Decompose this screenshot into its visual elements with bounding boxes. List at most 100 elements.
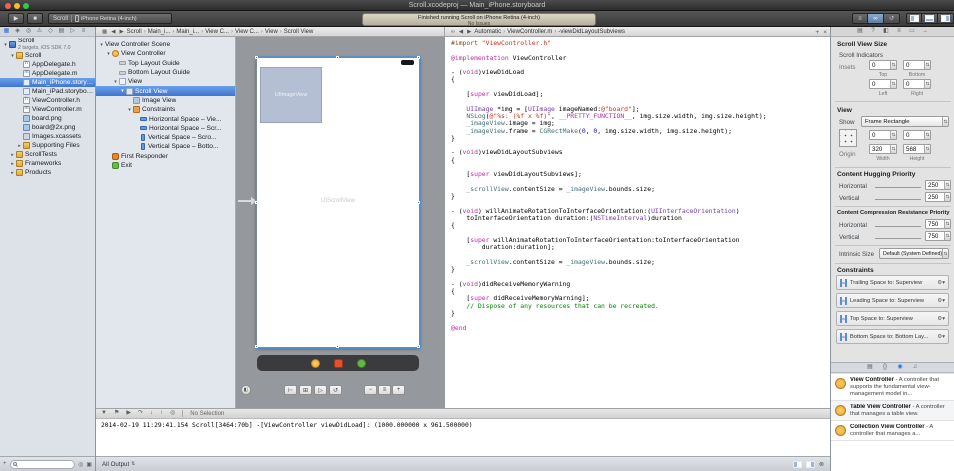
- compression-horizontal-field[interactable]: 750⇅: [925, 219, 951, 229]
- pin-button[interactable]: ⊞: [299, 385, 312, 395]
- intrinsic-size-dropdown[interactable]: Default (System Defined)⇅: [879, 248, 949, 259]
- file-row-appdelegate-h[interactable]: hAppDelegate.h: [0, 60, 95, 69]
- inset-bottom-field[interactable]: 0⇅: [903, 60, 931, 70]
- disclosure-triangle-icon[interactable]: ▾: [112, 79, 119, 85]
- issue-navigator-icon[interactable]: ⚠: [36, 27, 43, 36]
- attributes-inspector-icon[interactable]: ≡: [896, 27, 903, 36]
- file-row-board-png[interactable]: board.png: [0, 114, 95, 123]
- jumpbar-segment[interactable]: Automatic: [473, 29, 502, 35]
- forward-icon[interactable]: ▶: [119, 29, 123, 35]
- outline-row-image-view[interactable]: Image View: [96, 96, 235, 105]
- scheme-selector[interactable]: Scroll iPhone Retina (4-inch): [48, 13, 172, 24]
- outline-row-bottom-layout-guide[interactable]: Bottom Layout Guide: [96, 68, 235, 77]
- debug-area-toggle-button[interactable]: [922, 13, 938, 24]
- disclosure-triangle-icon[interactable]: ▾: [2, 42, 9, 48]
- project-navigator-icon[interactable]: ▦: [3, 27, 10, 36]
- zoom-window-button[interactable]: [23, 3, 29, 9]
- selection-knob[interactable]: [255, 56, 258, 59]
- file-template-library-icon[interactable]: ▤: [867, 363, 874, 372]
- stack-frame-label[interactable]: No Selection: [190, 411, 224, 417]
- jumpbar-segment[interactable]: Main_i...: [147, 29, 172, 35]
- disclosure-triangle-icon[interactable]: ▸: [16, 143, 23, 149]
- filter-field[interactable]: [10, 460, 76, 469]
- symbol-navigator-icon[interactable]: ◈: [14, 27, 21, 36]
- file-row-appdelegate-m[interactable]: mAppDelegate.m: [0, 69, 95, 78]
- back-icon[interactable]: ◀: [111, 29, 115, 35]
- inset-right-field[interactable]: 0⇅: [903, 79, 931, 89]
- outline-row-exit[interactable]: Exit: [96, 161, 235, 170]
- file-inspector-icon[interactable]: ▤: [857, 27, 864, 36]
- add-file-icon[interactable]: +: [3, 461, 7, 467]
- run-button[interactable]: ▶: [8, 13, 24, 24]
- image-view-placeholder[interactable]: UIImageView: [260, 67, 322, 123]
- selection-knob[interactable]: [417, 56, 420, 59]
- outline-row-vertical-space-scro-[interactable]: Vertical Space – Scro...: [96, 133, 235, 142]
- origin-knob[interactable]: [839, 129, 857, 147]
- stepper-icon[interactable]: ⇅: [924, 131, 930, 139]
- file-row-frameworks[interactable]: ▸Frameworks: [0, 159, 95, 168]
- stepper-icon[interactable]: ⇅: [924, 80, 930, 88]
- gear-icon[interactable]: ⚙▾: [937, 316, 945, 322]
- find-navigator-icon[interactable]: ◎: [25, 27, 32, 36]
- constraint-row[interactable]: Top Space to: Superview⚙▾: [836, 311, 949, 326]
- stepper-icon[interactable]: ⇅: [890, 80, 896, 88]
- version-editor-button[interactable]: ↺: [884, 13, 900, 24]
- hugging-vertical-field[interactable]: 250⇅: [925, 192, 951, 202]
- identity-inspector-icon[interactable]: ◧: [883, 27, 890, 36]
- disclosure-triangle-icon[interactable]: ▾: [9, 53, 16, 59]
- compression-vertical-field[interactable]: 750⇅: [925, 231, 951, 241]
- breakpoints-toggle-icon[interactable]: ⚑: [114, 409, 119, 418]
- selection-knob[interactable]: [255, 201, 258, 204]
- selection-knob[interactable]: [417, 201, 420, 204]
- file-row-board-2x-png[interactable]: board@2x.png: [0, 123, 95, 132]
- x-field[interactable]: 0⇅: [869, 130, 897, 140]
- file-row-scrolltests[interactable]: ▸ScrollTests: [0, 150, 95, 159]
- disclosure-triangle-icon[interactable]: ▾: [119, 88, 126, 94]
- quick-help-inspector-icon[interactable]: ?: [870, 27, 877, 36]
- jumpbar-segment[interactable]: Scroll View: [283, 29, 315, 35]
- back-icon[interactable]: ◀: [459, 29, 463, 35]
- step-over-icon[interactable]: ↷: [138, 409, 143, 418]
- scm-status-icon[interactable]: ▣: [86, 461, 92, 468]
- disclosure-triangle-icon[interactable]: ▾: [126, 107, 133, 113]
- file-row-supporting-files[interactable]: ▸Supporting Files: [0, 141, 95, 150]
- selection-knob[interactable]: [336, 56, 339, 59]
- priority-slider[interactable]: [875, 238, 921, 239]
- inset-left-field[interactable]: 0⇅: [869, 79, 897, 89]
- step-into-icon[interactable]: ↓: [150, 409, 153, 418]
- forward-icon[interactable]: ▶: [467, 29, 471, 35]
- priority-slider[interactable]: [875, 187, 921, 188]
- align-button[interactable]: ⊢: [284, 385, 297, 395]
- hide-debug-area-icon[interactable]: ▼: [101, 409, 107, 418]
- stepper-icon[interactable]: ⇅: [890, 131, 896, 139]
- stepper-icon[interactable]: ⇅: [890, 145, 896, 153]
- jumpbar-segment[interactable]: View C...: [204, 29, 230, 35]
- jumpbar-segment[interactable]: Scroll: [126, 29, 143, 35]
- selection-knob[interactable]: [255, 345, 258, 348]
- minimize-window-button[interactable]: [14, 3, 20, 9]
- outline-row-first-responder[interactable]: First Responder: [96, 152, 235, 161]
- breakpoint-navigator-icon[interactable]: ▷: [69, 27, 76, 36]
- stepper-icon[interactable]: ⇅: [924, 61, 930, 69]
- jumpbar-segment[interactable]: View C...: [234, 29, 260, 35]
- stepper-icon[interactable]: ⇅: [944, 220, 950, 228]
- outline-toggle-button[interactable]: ◧: [241, 385, 251, 395]
- file-row-products[interactable]: ▸Products: [0, 168, 95, 177]
- storyboard-canvas[interactable]: UIImageView UIScrollView ◧ ⊢⊞▷↺ −≡+: [236, 37, 445, 408]
- counterpart-icon[interactable]: ∞: [451, 29, 455, 35]
- library-item[interactable]: View Controller - A controller that supp…: [831, 374, 954, 401]
- debug-navigator-icon[interactable]: ▤: [58, 27, 65, 36]
- inspector-toggle-button[interactable]: [938, 13, 954, 24]
- view-controller-icon[interactable]: [311, 359, 320, 368]
- gear-icon[interactable]: ⚙▾: [937, 298, 945, 304]
- disclosure-triangle-icon[interactable]: ▾: [98, 42, 105, 48]
- exit-icon[interactable]: [357, 359, 366, 368]
- stepper-icon[interactable]: ⇅: [944, 232, 950, 240]
- step-out-icon[interactable]: ↑: [160, 409, 163, 418]
- width-field[interactable]: 320⇅: [869, 144, 897, 154]
- gear-icon[interactable]: ⚙▾: [937, 334, 945, 340]
- disclosure-triangle-icon[interactable]: ▸: [9, 152, 16, 158]
- disclosure-triangle-icon[interactable]: ▾: [105, 51, 112, 57]
- close-assistant-editor-icon[interactable]: ×: [823, 29, 827, 36]
- jumpbar-segment[interactable]: Main_i...: [175, 29, 200, 35]
